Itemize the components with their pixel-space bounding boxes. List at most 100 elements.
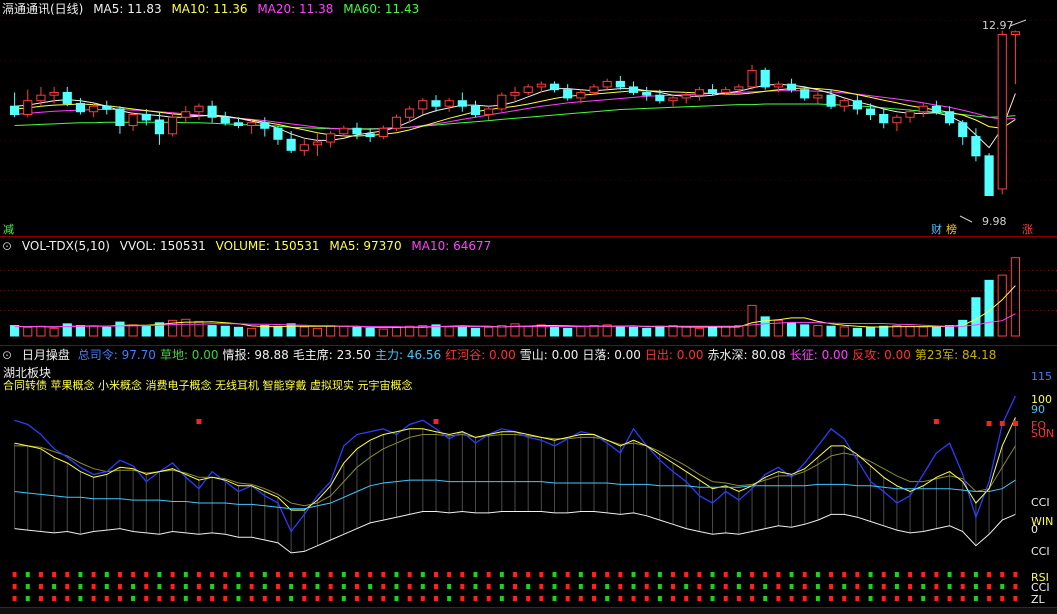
marker-row3 <box>842 596 847 601</box>
marker-row3 <box>381 596 386 601</box>
candle-up <box>444 100 454 107</box>
candle-down <box>141 113 151 121</box>
marker-row1 <box>196 572 201 577</box>
chart-canvas[interactable] <box>0 0 1057 614</box>
marker-row2 <box>671 584 676 589</box>
marker-row3 <box>302 596 307 601</box>
volume-bar <box>233 326 244 337</box>
marker-row1 <box>433 572 438 577</box>
marker-row2 <box>104 584 109 589</box>
signal-dot <box>196 419 202 424</box>
indicator-field: 长征: 0.00 <box>789 348 849 362</box>
candle-down <box>233 122 244 127</box>
marker-row3 <box>12 596 17 601</box>
indicator-field: 第23军: 84.18 <box>914 348 997 362</box>
chart-stage[interactable]: 滆通通讯(日线) MA5: 11.83 MA10: 11.36 MA20: 11… <box>0 0 1057 614</box>
volume-indicator[interactable]: VOL-TDX(5,10) <box>22 239 110 253</box>
marker-row2 <box>91 584 96 589</box>
marker-row3 <box>763 596 768 601</box>
volume-bar <box>655 325 665 337</box>
marker-row3 <box>420 596 425 601</box>
marker-row3 <box>710 596 715 601</box>
signal-dot <box>433 419 439 424</box>
marker-row1 <box>354 572 359 577</box>
candle-up <box>181 111 191 118</box>
marker-row2 <box>723 584 728 589</box>
marker-row3 <box>618 596 623 601</box>
marker-row1 <box>565 572 570 577</box>
marker-row1 <box>1013 572 1018 577</box>
candle-up <box>721 89 731 93</box>
volume-bar <box>615 325 625 337</box>
volume-bar <box>944 325 955 337</box>
candle-down <box>260 122 270 129</box>
marker-row1 <box>262 572 267 577</box>
marker-row2 <box>763 584 768 589</box>
volume-bar <box>128 324 138 337</box>
candle-down <box>800 89 810 99</box>
volume-bar <box>786 322 797 337</box>
marker-row2 <box>65 584 70 589</box>
signal-dot <box>933 419 939 424</box>
marker-row3 <box>104 596 109 601</box>
marker-row1 <box>1000 572 1005 577</box>
marker-row1 <box>210 572 215 577</box>
marker-row3 <box>684 596 689 601</box>
signal-dot <box>986 421 992 426</box>
marker-row1 <box>302 572 307 577</box>
marker-row2 <box>618 584 623 589</box>
marker-row2 <box>183 584 188 589</box>
marker-row3 <box>486 596 491 601</box>
indicator-field: 赤水深: 80.08 <box>707 348 786 362</box>
volume-bar <box>549 326 560 337</box>
marker-row3 <box>368 596 373 601</box>
marker-row2 <box>368 584 373 589</box>
candle-up <box>128 113 138 127</box>
vol-ma10-value: MA10: 64677 <box>411 239 492 253</box>
indicator-collapse-icon[interactable]: ⊙ <box>2 348 12 362</box>
marker-row2 <box>420 584 425 589</box>
marker-row2 <box>25 584 30 589</box>
marker-row2 <box>881 584 886 589</box>
marker-row1 <box>736 572 741 577</box>
marker-row1 <box>960 572 965 577</box>
collapse-icon[interactable]: ⊙ <box>2 239 12 253</box>
marker-row3 <box>52 596 57 601</box>
marker-row3 <box>394 596 399 601</box>
candle-up <box>839 100 849 107</box>
candle-down <box>352 127 362 135</box>
volume-bar <box>905 325 915 337</box>
marker-row1 <box>539 572 544 577</box>
volume-bar <box>589 325 599 337</box>
marker-row3 <box>183 596 188 601</box>
marker-row2 <box>592 584 597 589</box>
marker-row2 <box>750 584 755 589</box>
marker-row1 <box>144 572 149 577</box>
indicator-field: 雪山: 0.00 <box>519 348 579 362</box>
candle-up <box>918 105 928 113</box>
marker-row3 <box>987 596 992 601</box>
marker-row1 <box>486 572 491 577</box>
candle-up <box>602 80 612 88</box>
marker-row3 <box>697 596 702 601</box>
marker-row2 <box>117 584 122 589</box>
marker-row2 <box>644 584 649 589</box>
volume-bar <box>115 321 125 337</box>
marker-row2 <box>131 584 136 589</box>
indicator-field: 主力: 46.56 <box>374 348 442 362</box>
marker-row1 <box>815 572 820 577</box>
marker-row3 <box>947 596 952 601</box>
marker-row1 <box>52 572 57 577</box>
indicator-name[interactable]: 日月操盘 <box>22 348 70 362</box>
marker-row1 <box>973 572 978 577</box>
marker-row1 <box>908 572 913 577</box>
marker-row3 <box>170 596 175 601</box>
marker-row1 <box>552 572 557 577</box>
marker-row3 <box>447 596 452 601</box>
marker-row1 <box>460 572 465 577</box>
marker-row2 <box>499 584 504 589</box>
stock-title[interactable]: 滆通通讯(日线) <box>2 2 83 16</box>
candle-down <box>852 100 862 110</box>
marker-row2 <box>987 584 992 589</box>
marker-row3 <box>1013 596 1018 601</box>
